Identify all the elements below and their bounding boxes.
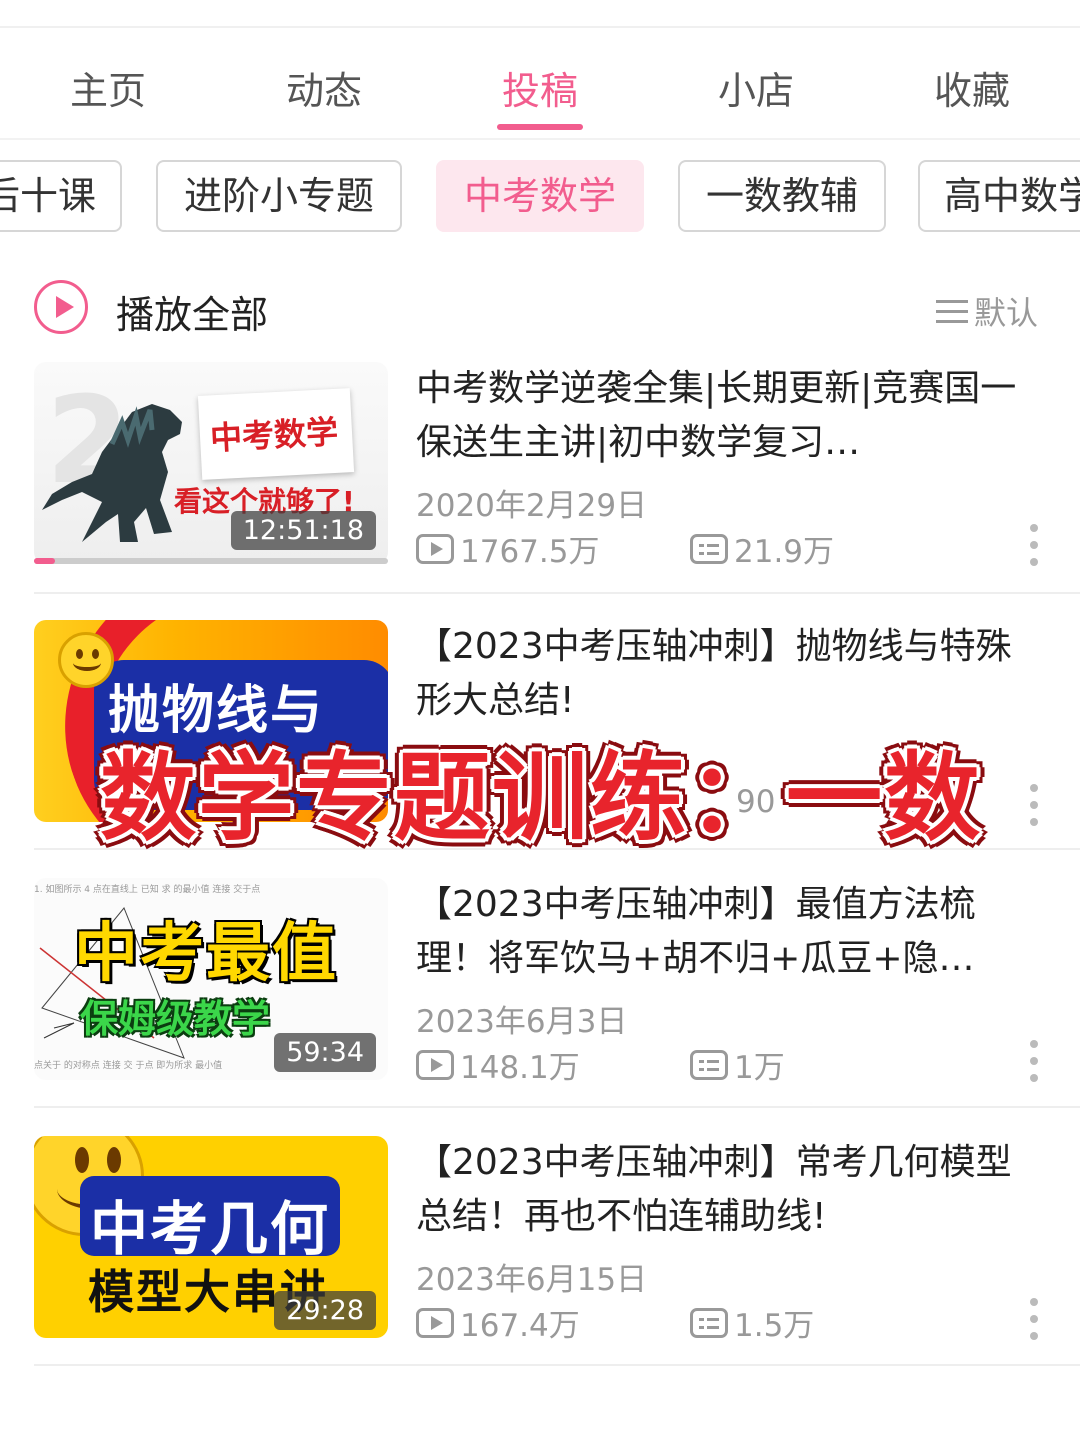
danmaku-icon (690, 1307, 728, 1338)
danmaku-count: 21.9万 (690, 526, 834, 571)
publish-date: 2020年2月29日 (416, 488, 648, 524)
overlay-banner: 数学专题训练：一数 (100, 742, 982, 854)
list-sort-icon (936, 298, 968, 324)
play-all-label[interactable]: 播放全部 (116, 284, 268, 339)
video-title[interactable]: 中考数学逆袭全集|长期更新|竞赛国一保送生主讲|初中数学复习… (416, 362, 1046, 470)
more-options-icon[interactable] (1024, 1296, 1044, 1342)
smiley-icon (58, 632, 114, 688)
tab-favorites[interactable]: 收藏 (892, 60, 1052, 115)
publish-date: 2023年6月15日 (416, 1262, 648, 1298)
video-thumbnail[interactable]: 1. 如图所示 4 点在直线上 已知 求 的最小值 连接 交于点 点关于 的对称… (34, 878, 388, 1080)
video-list-item[interactable]: 2 中考数学 看这个就够了! 12:51:18 中考数学逆袭全集|长期更新|竞赛… (0, 362, 1080, 620)
video-thumbnail[interactable]: 2 中考数学 看这个就够了! 12:51:18 (34, 362, 388, 564)
video-list-item[interactable]: 1. 如图所示 4 点在直线上 已知 求 的最小值 连接 交于点 点关于 的对称… (0, 878, 1080, 1136)
play-count-icon (416, 533, 454, 564)
tab-shop[interactable]: 小店 (676, 60, 836, 115)
thumb-title-card: 中考数学 (197, 388, 355, 480)
watch-progress-bar (34, 558, 388, 564)
list-divider (34, 1106, 1080, 1108)
duration-badge: 12:51:18 (230, 511, 376, 550)
collection-chip-row: 后十课 进阶小专题 中考数学 一数教辅 高中数学 (0, 160, 1080, 232)
more-options-icon[interactable] (1024, 1038, 1044, 1084)
danmaku-icon (690, 1049, 728, 1080)
thumb-title-box: 中考几何 (80, 1176, 340, 1263)
video-title[interactable]: 【2023中考压轴冲刺】抛物线与特殊形大总结! (416, 620, 1046, 728)
list-divider (34, 1364, 1080, 1366)
view-count: 167.4万 (416, 1300, 580, 1345)
status-divider (0, 26, 1080, 28)
thumb-title: 中考最值 (74, 917, 338, 991)
view-count: 1767.5万 (416, 526, 599, 571)
play-count-icon (416, 1049, 454, 1080)
monster-illustration (42, 404, 182, 542)
thumb-subtitle: 保姆级教学 (80, 997, 271, 1041)
video-thumbnail[interactable]: 中考几何 模型大串讲 29:28 (34, 1136, 388, 1338)
play-count-icon (416, 1307, 454, 1338)
profile-tab-bar: 主页 动态 投稿 小店 收藏 (0, 40, 1080, 140)
more-options-icon[interactable] (1024, 782, 1044, 828)
list-divider (34, 592, 1080, 594)
sort-button[interactable]: 默认 (936, 288, 1038, 334)
chip-collection-active[interactable]: 中考数学 (436, 160, 644, 232)
duration-badge: 29:28 (274, 1291, 376, 1330)
tab-home[interactable]: 主页 (28, 60, 188, 115)
more-options-icon[interactable] (1024, 522, 1044, 568)
view-count: 148.1万 (416, 1042, 580, 1087)
chip-collection[interactable]: 后十课 (0, 160, 122, 232)
chip-collection[interactable]: 高中数学 (918, 160, 1080, 232)
danmaku-count: 1万 (690, 1042, 785, 1087)
tab-uploads[interactable]: 投稿 (460, 60, 620, 115)
video-title[interactable]: 【2023中考压轴冲刺】常考几何模型总结！再也不怕连辅助线! (416, 1136, 1046, 1244)
play-circle-icon[interactable] (34, 280, 88, 334)
publish-date: 2023年6月3日 (416, 1004, 628, 1040)
chip-collection[interactable]: 进阶小专题 (156, 160, 402, 232)
tab-dynamics[interactable]: 动态 (244, 60, 404, 115)
play-all-row: 播放全部 默认 (0, 272, 1080, 344)
chip-collection[interactable]: 一数教辅 (678, 160, 886, 232)
danmaku-count: 1.5万 (690, 1300, 814, 1345)
active-tab-indicator (497, 124, 583, 130)
sort-label: 默认 (974, 294, 1039, 332)
video-list-item[interactable]: 中考几何 模型大串讲 29:28 【2023中考压轴冲刺】常考几何模型总结！再也… (0, 1136, 1080, 1394)
video-title[interactable]: 【2023中考压轴冲刺】最值方法梳理！将军饮马+胡不归+瓜豆+隐… (416, 878, 1046, 986)
duration-badge: 59:34 (274, 1033, 376, 1072)
danmaku-icon (690, 533, 728, 564)
